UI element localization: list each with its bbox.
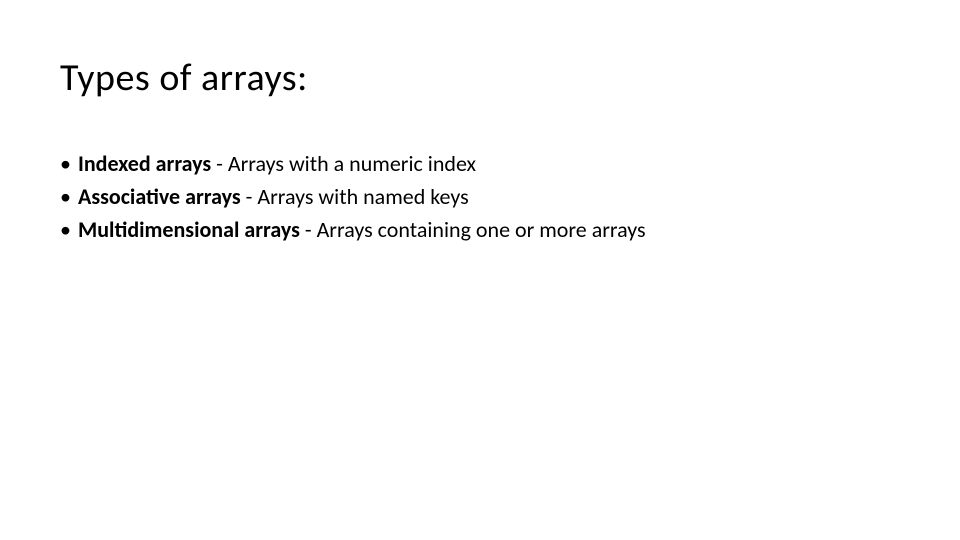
bullet-term: Multidimensional arrays: [78, 216, 300, 243]
list-item: Associative arrays - Arrays with named k…: [60, 182, 900, 213]
bullet-term: Indexed arrays: [78, 150, 211, 177]
bullet-description: - Arrays with named keys: [241, 183, 469, 210]
bullet-description: - Arrays containing one or more arrays: [300, 216, 646, 243]
slide-title: Types of arrays:: [60, 55, 900, 101]
list-item: Multidimensional arrays - Arrays contain…: [60, 215, 900, 246]
bullet-description: - Arrays with a numeric index: [211, 150, 476, 177]
bullet-list: Indexed arrays - Arrays with a numeric i…: [60, 149, 900, 245]
bullet-term: Associative arrays: [78, 183, 241, 210]
list-item: Indexed arrays - Arrays with a numeric i…: [60, 149, 900, 180]
